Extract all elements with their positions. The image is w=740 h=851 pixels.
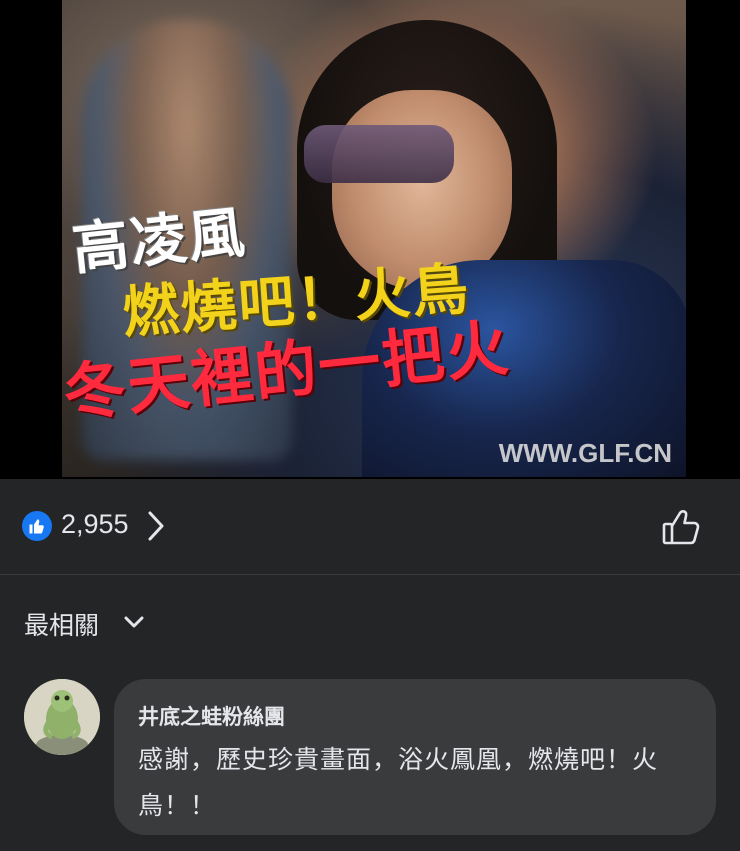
comment-text: 感謝，歷史珍貴畫面，浴火鳳凰，燃燒吧！火鳥！！ [138, 745, 659, 820]
chevron-right-icon[interactable] [145, 510, 167, 542]
chevron-down-icon[interactable] [122, 612, 146, 632]
video-watermark: WWW.GLF.CN [498, 438, 672, 468]
comment-item: 井底之蛙粉絲團 感謝，歷史珍貴畫面，浴火鳳凰，燃燒吧！火鳥！！ [0, 675, 740, 845]
reaction-count[interactable]: 2,955 [61, 509, 129, 540]
comment-author[interactable]: 井底之蛙粉絲團 [138, 701, 285, 731]
comment-bubble: 井底之蛙粉絲團 感謝，歷史珍貴畫面，浴火鳳凰，燃燒吧！火鳥！！ [114, 679, 716, 835]
video-thumbnail[interactable]: 高凌風 燃燒吧！火鳥 冬天裡的一把火 WWW.GLF.CN [62, 0, 686, 477]
video-player[interactable]: 高凌風 燃燒吧！火鳥 冬天裡的一把火 WWW.GLF.CN [0, 0, 740, 479]
sunglasses [304, 125, 454, 183]
thumbs-up-icon[interactable] [22, 511, 52, 541]
avatar[interactable] [24, 679, 100, 755]
like-button[interactable] [660, 507, 702, 547]
sort-label[interactable]: 最相關 [24, 606, 99, 642]
reaction-bar: 2,955 [0, 479, 740, 575]
comment-sort-selector[interactable]: 最相關 [0, 575, 740, 665]
